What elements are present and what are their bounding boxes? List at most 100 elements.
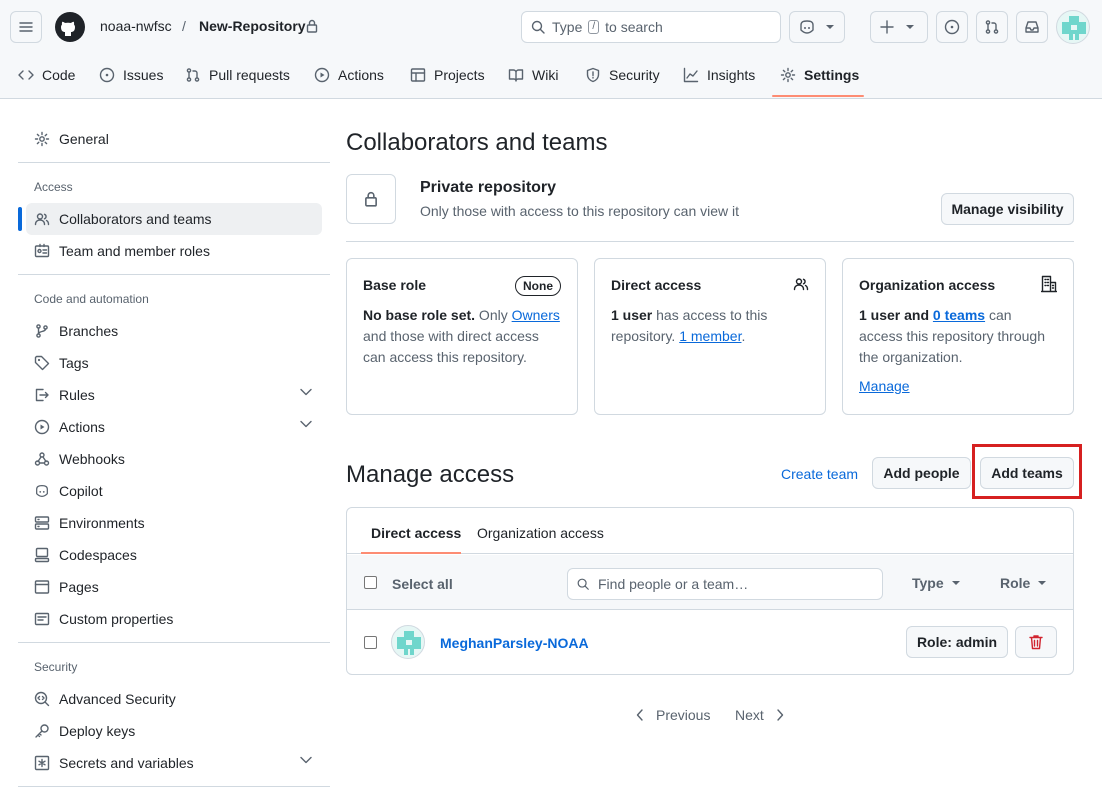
tag-icon xyxy=(34,355,50,371)
sidebar-item-deploy-keys[interactable]: Deploy keys xyxy=(26,715,322,747)
chevron-down-icon[interactable] xyxy=(300,388,312,396)
sidebar-item-label: Pages xyxy=(59,579,99,595)
plus-icon xyxy=(880,20,894,34)
sidebar-divider xyxy=(18,786,330,787)
sidebar-item-label: Deploy keys xyxy=(59,723,136,739)
create-new-button[interactable] xyxy=(870,11,928,43)
tab-settings[interactable]: Settings xyxy=(780,59,859,91)
book-icon xyxy=(508,69,524,82)
teams-link[interactable]: 0 teams xyxy=(933,307,985,323)
codescan-icon xyxy=(34,691,50,707)
trash-icon xyxy=(1029,635,1043,650)
sidebar-item-branches[interactable]: Branches xyxy=(26,315,322,347)
search-input[interactable]: Type / to search xyxy=(521,11,781,43)
menu-button[interactable] xyxy=(10,11,42,43)
manage-visibility-button[interactable]: Manage visibility xyxy=(941,193,1074,225)
tab-label: Actions xyxy=(338,67,384,83)
sidebar-item-webhooks[interactable]: Webhooks xyxy=(26,443,322,475)
key-icon xyxy=(35,724,49,738)
sidebar-item-label: Custom properties xyxy=(59,611,174,627)
chevron-down-icon xyxy=(826,25,834,29)
pull-requests-button[interactable] xyxy=(976,11,1008,43)
shield-icon xyxy=(586,67,600,83)
next-label: Next xyxy=(735,707,764,723)
gear-icon xyxy=(34,131,50,147)
manage-link[interactable]: Manage xyxy=(859,378,1057,394)
tab-issues[interactable]: Issues xyxy=(99,59,163,91)
create-team-link[interactable]: Create team xyxy=(781,466,858,482)
chevron-left-icon xyxy=(636,709,643,721)
direct-access-card: Direct access 1 user has access to this … xyxy=(594,258,826,415)
sidebar-item-environments[interactable]: Environments xyxy=(26,507,322,539)
sidebar-item-rules[interactable]: Rules xyxy=(26,379,322,411)
gear-icon xyxy=(780,67,796,83)
rules-icon xyxy=(35,388,49,402)
github-logo-icon[interactable] xyxy=(54,11,86,43)
role-button[interactable]: Role: admin xyxy=(906,626,1008,658)
tab-projects[interactable]: Projects xyxy=(410,59,485,91)
sidebar-item-team-roles[interactable]: Team and member roles xyxy=(26,235,322,267)
graph-icon xyxy=(683,67,699,83)
member-checkbox[interactable] xyxy=(364,636,377,649)
sidebar-item-codespaces[interactable]: Codespaces xyxy=(26,539,322,571)
repo-link[interactable]: New-Repository xyxy=(199,18,306,34)
card-body-bold: 1 user xyxy=(611,307,653,323)
type-dropdown[interactable]: Type xyxy=(912,575,960,591)
visibility-icon-box xyxy=(346,174,396,224)
sidebar-divider xyxy=(18,642,330,643)
tab-label: Insights xyxy=(707,67,756,83)
access-list: Direct access Organization access Select… xyxy=(346,507,1074,675)
role-dropdown[interactable]: Role xyxy=(1000,575,1047,591)
sidebar-item-general[interactable]: General xyxy=(26,123,322,155)
tab-label: Issues xyxy=(123,67,164,83)
avatar[interactable] xyxy=(1056,10,1090,44)
tab-actions[interactable]: Actions xyxy=(314,59,384,91)
member-link[interactable]: 1 member xyxy=(679,328,741,344)
chevron-down-icon[interactable] xyxy=(300,756,312,764)
sidebar-item-collaborators[interactable]: Collaborators and teams xyxy=(26,203,322,235)
inbox-button[interactable] xyxy=(1016,11,1048,43)
next-page-button[interactable]: Next xyxy=(735,707,784,723)
sidebar-item-tags[interactable]: Tags xyxy=(26,347,322,379)
sidebar-item-copilot[interactable]: Copilot xyxy=(26,475,322,507)
list-item: MeghanParsley-NOAA Role: admin xyxy=(347,611,1073,674)
tab-wiki[interactable]: Wiki xyxy=(508,59,558,91)
chevron-down-icon xyxy=(1038,581,1047,585)
tab-organization-access[interactable]: Organization access xyxy=(477,525,604,541)
pull-request-icon xyxy=(985,20,999,34)
avatar[interactable] xyxy=(391,625,425,659)
chevron-down-icon[interactable] xyxy=(300,420,312,428)
filter-input[interactable]: Find people or a team… xyxy=(567,568,883,600)
search-shortcut: / xyxy=(588,20,600,34)
tab-label: Wiki xyxy=(532,67,559,83)
branch-icon xyxy=(36,324,48,338)
copilot-button[interactable] xyxy=(789,11,845,43)
play-icon xyxy=(314,67,330,83)
tab-insights[interactable]: Insights xyxy=(683,59,755,91)
issue-icon xyxy=(944,19,960,35)
add-people-button[interactable]: Add people xyxy=(872,457,971,489)
remove-member-button[interactable] xyxy=(1015,626,1057,658)
owner-link[interactable]: noaa-nwfsc xyxy=(100,18,172,34)
tab-security[interactable]: Security xyxy=(585,59,660,91)
sidebar-item-advanced-security[interactable]: Advanced Security xyxy=(26,683,322,715)
member-name-link[interactable]: MeghanParsley-NOAA xyxy=(440,635,589,651)
tab-direct-access[interactable]: Direct access xyxy=(371,525,461,541)
select-all-checkbox[interactable] xyxy=(364,576,377,589)
previous-page-button[interactable]: Previous xyxy=(636,707,710,723)
base-role-card: Base role None No base role set. Only Ow… xyxy=(346,258,578,415)
sidebar-item-secrets[interactable]: Secrets and variables xyxy=(26,747,322,779)
owners-link[interactable]: Owners xyxy=(512,307,560,323)
play-icon xyxy=(34,419,50,435)
previous-label: Previous xyxy=(656,707,711,723)
sidebar-item-label: Branches xyxy=(59,323,119,339)
issues-button[interactable] xyxy=(936,11,968,43)
sidebar-item-pages[interactable]: Pages xyxy=(26,571,322,603)
sidebar-item-custom-properties[interactable]: Custom properties xyxy=(26,603,322,635)
sidebar-item-actions[interactable]: Actions xyxy=(26,411,322,443)
pull-request-icon xyxy=(186,68,200,82)
tab-selected-indicator xyxy=(772,95,864,97)
tab-code[interactable]: Code xyxy=(18,59,75,91)
tab-pull-requests[interactable]: Pull requests xyxy=(185,59,290,91)
tab-label: Code xyxy=(42,67,76,83)
